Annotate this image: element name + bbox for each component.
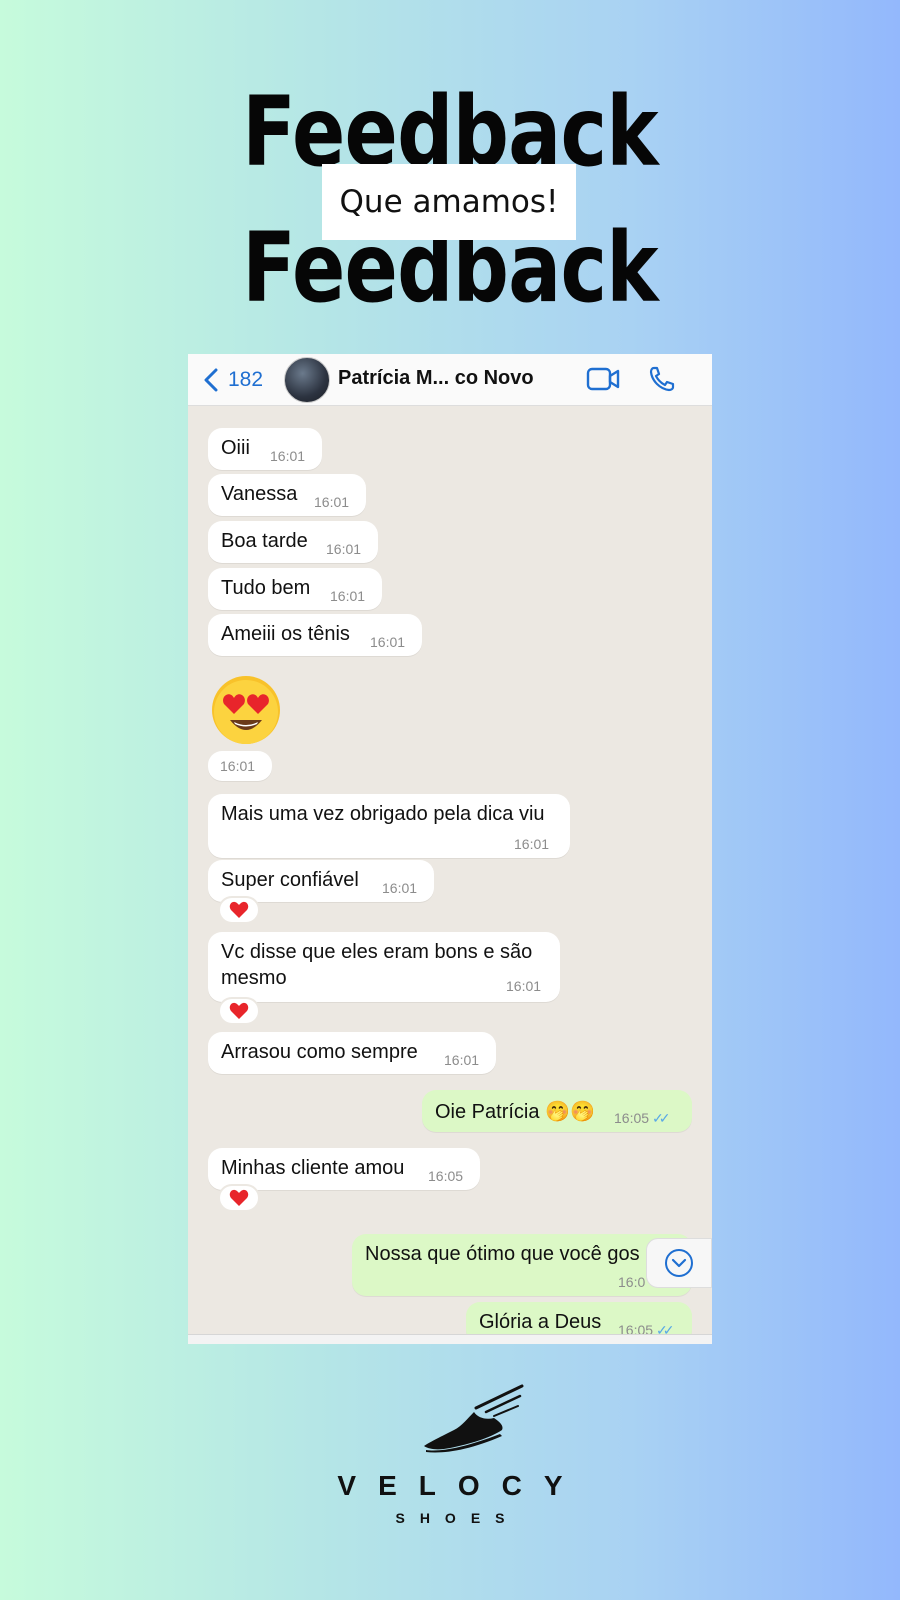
- message-text: Boa tarde: [221, 530, 308, 552]
- message-time: 16:01: [444, 1052, 480, 1068]
- heart-icon: [229, 901, 249, 918]
- message-text: Arrasou como sempre: [221, 1041, 418, 1063]
- message-text: Oiii: [221, 437, 250, 459]
- message-text: Glória a Deus: [479, 1311, 602, 1333]
- message-bubble[interactable]: Vanessa 16:01: [208, 474, 366, 516]
- message-time: 16:01: [370, 634, 406, 650]
- video-call-icon[interactable]: [586, 366, 620, 392]
- brand-subtitle: SHOES: [395, 1510, 520, 1526]
- chat-bottom-bar: [188, 1334, 712, 1344]
- message-bubble-outgoing[interactable]: Nossa que ótimo que você gos 16:0: [352, 1234, 692, 1296]
- message-time: 16:01: [330, 588, 366, 604]
- chevron-down-circle-icon: [665, 1249, 693, 1277]
- message-text: Oie Patrícia 🤭🤭: [435, 1101, 595, 1123]
- scroll-down-button[interactable]: [646, 1238, 712, 1288]
- heart-eyes-emoji-icon: [212, 676, 280, 744]
- phone-call-icon[interactable]: [648, 365, 676, 393]
- message-bubble[interactable]: Boa tarde 16:01: [208, 521, 378, 563]
- message-text: Tudo bem: [221, 577, 311, 599]
- chat-screenshot: 182 Patrícia M... co Novo Oiii 16:01 Van…: [188, 354, 712, 1344]
- message-time: 16:01: [506, 978, 542, 994]
- reaction-heart[interactable]: [218, 896, 260, 924]
- avatar[interactable]: [284, 357, 330, 403]
- message-time-text: 16:05: [614, 1110, 650, 1126]
- heart-icon: [229, 1189, 249, 1206]
- unread-count[interactable]: 182: [228, 368, 263, 392]
- message-text-line2: mesmo: [221, 967, 287, 989]
- message-time-bubble[interactable]: 16:01: [208, 751, 272, 781]
- message-bubble[interactable]: Mais uma vez obrigado pela dica viu 16:0…: [208, 794, 570, 858]
- message-bubble[interactable]: Oiii 16:01: [208, 428, 322, 470]
- message-text: Nossa que ótimo que você gos: [365, 1243, 640, 1265]
- message-time: 16:01: [382, 880, 418, 896]
- message-time: 16:01: [326, 541, 362, 557]
- message-time: 16:0: [618, 1274, 646, 1290]
- chat-header: 182 Patrícia M... co Novo: [188, 354, 712, 406]
- message-bubble-outgoing[interactable]: Oie Patrícia 🤭🤭 16:05 ✓✓: [422, 1090, 692, 1132]
- brand-name: VELOCY: [337, 1470, 585, 1501]
- message-bubble[interactable]: Vc disse que eles eram bons e são mesmo …: [208, 932, 560, 1002]
- message-time: 16:05: [428, 1168, 464, 1184]
- heart-icon: [229, 1002, 249, 1019]
- message-bubble[interactable]: Tudo bem 16:01: [208, 568, 382, 610]
- read-receipt-icon: ✓✓: [652, 1110, 671, 1126]
- contact-name[interactable]: Patrícia M... co Novo: [338, 367, 534, 390]
- message-time: 16:05 ✓✓: [614, 1110, 671, 1127]
- message-text-line1: Vc disse que eles eram bons e são: [221, 941, 533, 963]
- subtitle-text: Que amamos!: [339, 184, 559, 220]
- shoe-logo-icon: [424, 1384, 524, 1453]
- message-text: Minhas cliente amou: [221, 1157, 405, 1179]
- message-bubble[interactable]: Ameiii os tênis 16:01: [208, 614, 422, 656]
- message-time: 16:01: [514, 836, 550, 852]
- message-bubble[interactable]: Arrasou como sempre 16:01: [208, 1032, 496, 1074]
- message-time: 16:01: [220, 758, 256, 774]
- message-text: Super confiável: [221, 869, 359, 891]
- message-time: 16:01: [314, 494, 350, 510]
- message-time: 16:01: [270, 448, 306, 464]
- subtitle-box: Que amamos!: [322, 164, 576, 240]
- reaction-heart[interactable]: [218, 1184, 260, 1212]
- message-text: Vanessa: [221, 483, 298, 505]
- message-text: Ameiii os tênis: [221, 623, 350, 645]
- reaction-heart[interactable]: [218, 997, 260, 1025]
- message-text: Mais uma vez obrigado pela dica viu: [221, 803, 545, 825]
- back-chevron-icon[interactable]: [202, 368, 220, 392]
